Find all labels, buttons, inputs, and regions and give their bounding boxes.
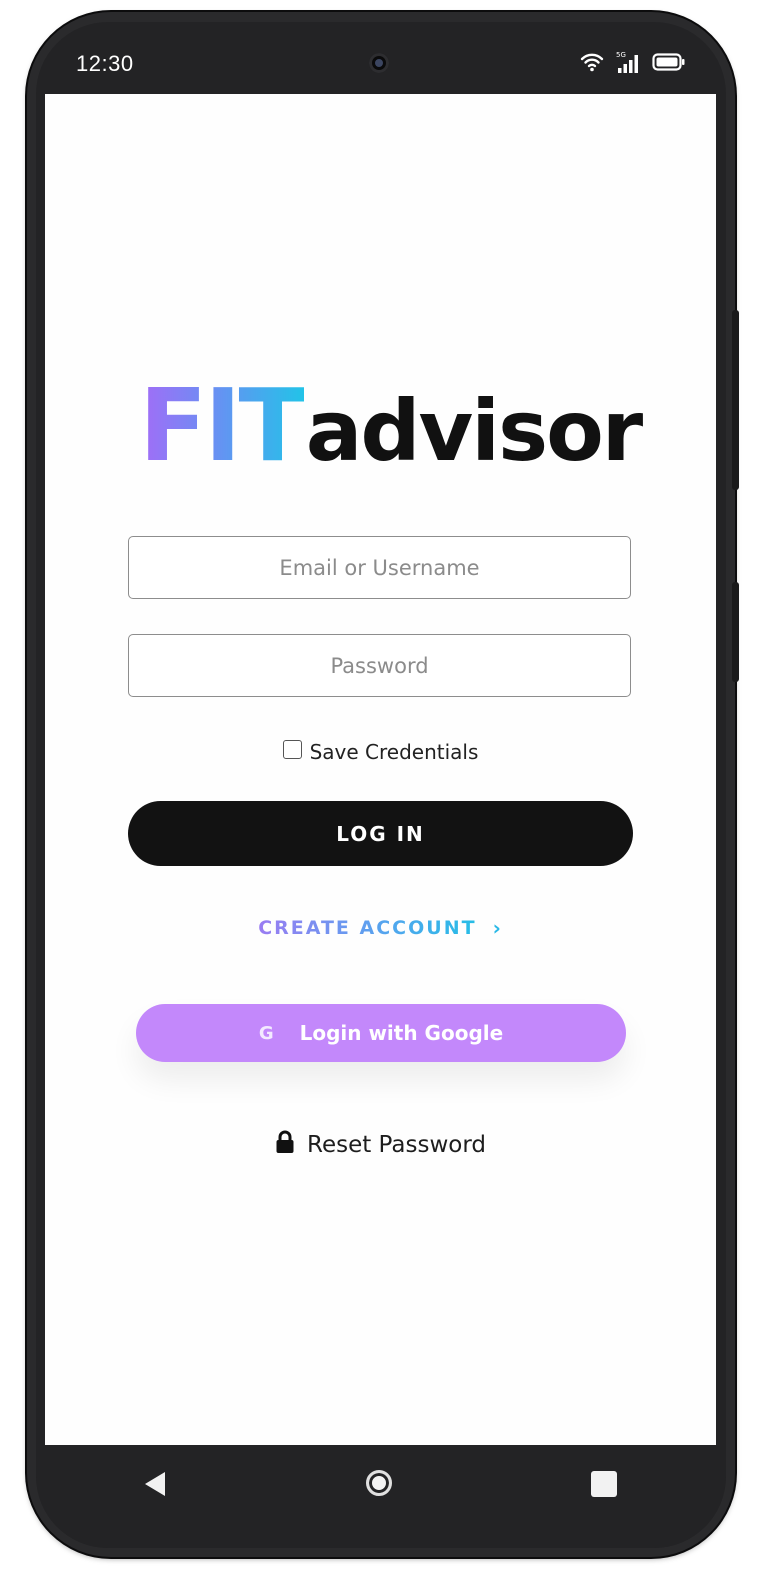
login-button[interactable]: LOG IN xyxy=(128,801,633,866)
front-camera xyxy=(369,53,389,73)
password-input[interactable] xyxy=(129,634,630,697)
google-icon: G xyxy=(258,1022,274,1044)
create-account-label: CREATE ACCOUNT xyxy=(258,917,477,939)
lock-icon xyxy=(275,1130,295,1160)
home-icon[interactable] xyxy=(366,1470,392,1496)
save-credentials-row: Save Credentials xyxy=(45,739,716,764)
power-button xyxy=(732,582,739,682)
status-time: 12:30 xyxy=(76,51,134,76)
app-screen: FIT advisor Save Credentials LOG IN CREA… xyxy=(45,94,716,1445)
password-field-wrapper xyxy=(128,634,631,697)
login-button-label: LOG IN xyxy=(336,821,425,846)
chevron-right-icon: › xyxy=(492,916,503,940)
status-icons: 5G xyxy=(580,51,686,76)
status-bar: 12:30 5G xyxy=(36,22,726,94)
volume-button xyxy=(732,310,739,490)
google-login-button[interactable]: G Login with Google xyxy=(136,1004,626,1062)
app-logo: FIT advisor xyxy=(139,367,643,484)
battery-icon xyxy=(652,52,686,76)
create-account-link[interactable]: CREATE ACCOUNT › xyxy=(45,916,716,940)
logo-advisor-text: advisor xyxy=(305,382,643,480)
back-icon[interactable] xyxy=(142,1470,168,1502)
save-credentials-checkbox[interactable] xyxy=(282,739,302,759)
reset-password-link[interactable]: Reset Password xyxy=(45,1130,716,1160)
navigation-bar xyxy=(36,1444,726,1548)
email-field-wrapper xyxy=(128,536,631,599)
recent-apps-icon[interactable] xyxy=(591,1471,617,1497)
wifi-icon xyxy=(580,52,604,76)
email-input[interactable] xyxy=(129,536,630,599)
reset-password-label: Reset Password xyxy=(307,1132,486,1158)
google-login-label: Login with Google xyxy=(299,1021,504,1045)
logo-fit-text: FIT xyxy=(139,367,307,484)
save-credentials-label[interactable]: Save Credentials xyxy=(310,740,479,764)
signal-icon: 5G xyxy=(616,51,640,74)
